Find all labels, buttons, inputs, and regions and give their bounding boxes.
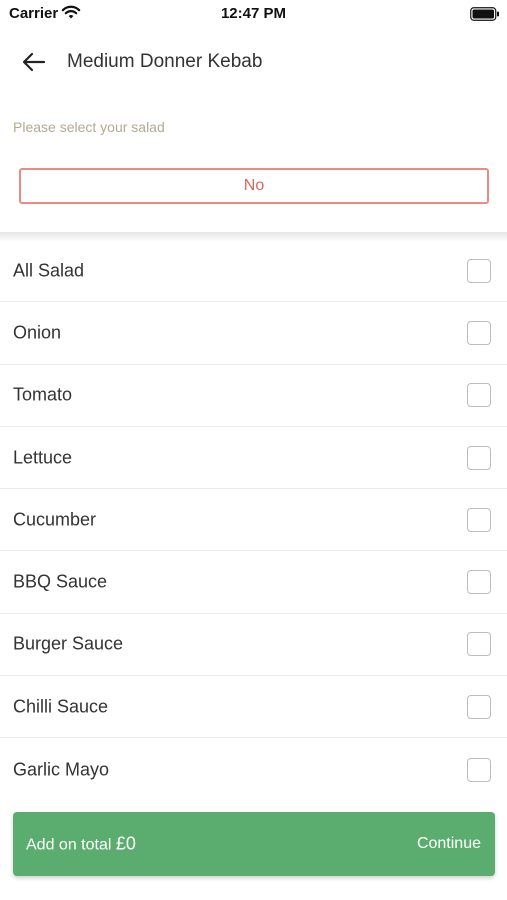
- option-label: Garlic Mayo: [13, 759, 110, 780]
- option-label: Chilli Sauce: [13, 696, 109, 717]
- checkbox[interactable]: [467, 507, 491, 532]
- arrow-left-icon[interactable]: [20, 50, 48, 74]
- checkbox[interactable]: [467, 258, 491, 283]
- total-prefix: Add on total: [26, 836, 116, 854]
- option-label: Onion: [13, 322, 62, 343]
- option-all-salad[interactable]: All Salad: [0, 240, 507, 303]
- option-cucumber[interactable]: Cucumber: [0, 489, 507, 552]
- option-bbq-sauce[interactable]: BBQ Sauce: [0, 551, 507, 614]
- checkbox[interactable]: [467, 632, 491, 657]
- option-lettuce[interactable]: Lettuce: [0, 427, 507, 490]
- option-label: BBQ Sauce: [13, 571, 108, 592]
- clock: 12:47 PM: [220, 5, 287, 22]
- total-amount: £0: [115, 833, 136, 854]
- checkbox[interactable]: [467, 383, 491, 408]
- header: Medium Donner Kebab: [0, 40, 507, 84]
- status-bar: Carrier 12:47 PM: [0, 0, 507, 28]
- option-label: All Salad: [13, 260, 85, 281]
- option-label: Lettuce: [13, 447, 73, 468]
- checkbox[interactable]: [467, 757, 491, 782]
- option-chilli-sauce[interactable]: Chilli Sauce: [0, 676, 507, 739]
- checkbox[interactable]: [467, 570, 491, 595]
- option-list: All Salad Onion Tomato Lettuce Cucumber …: [0, 240, 507, 801]
- continue-bar[interactable]: Add on total £0 Continue: [13, 812, 495, 876]
- continue-button[interactable]: Continue: [417, 835, 481, 853]
- page-title: Medium Donner Kebab: [67, 51, 263, 72]
- option-label: Burger Sauce: [13, 633, 124, 654]
- checkbox[interactable]: [467, 320, 491, 345]
- no-salad-button[interactable]: No: [19, 168, 489, 204]
- add-on-total: Add on total £0: [26, 834, 136, 855]
- battery-icon: [470, 7, 499, 21]
- option-burger-sauce[interactable]: Burger Sauce: [0, 614, 507, 677]
- option-onion[interactable]: Onion: [0, 302, 507, 365]
- option-label: Tomato: [13, 384, 73, 405]
- option-tomato[interactable]: Tomato: [0, 365, 507, 427]
- checkbox[interactable]: [467, 694, 491, 719]
- option-label: Cucumber: [13, 509, 97, 530]
- option-garlic-mayo[interactable]: Garlic Mayo: [0, 738, 507, 800]
- salad-prompt: Please select your salad: [13, 119, 165, 135]
- checkbox[interactable]: [467, 445, 491, 470]
